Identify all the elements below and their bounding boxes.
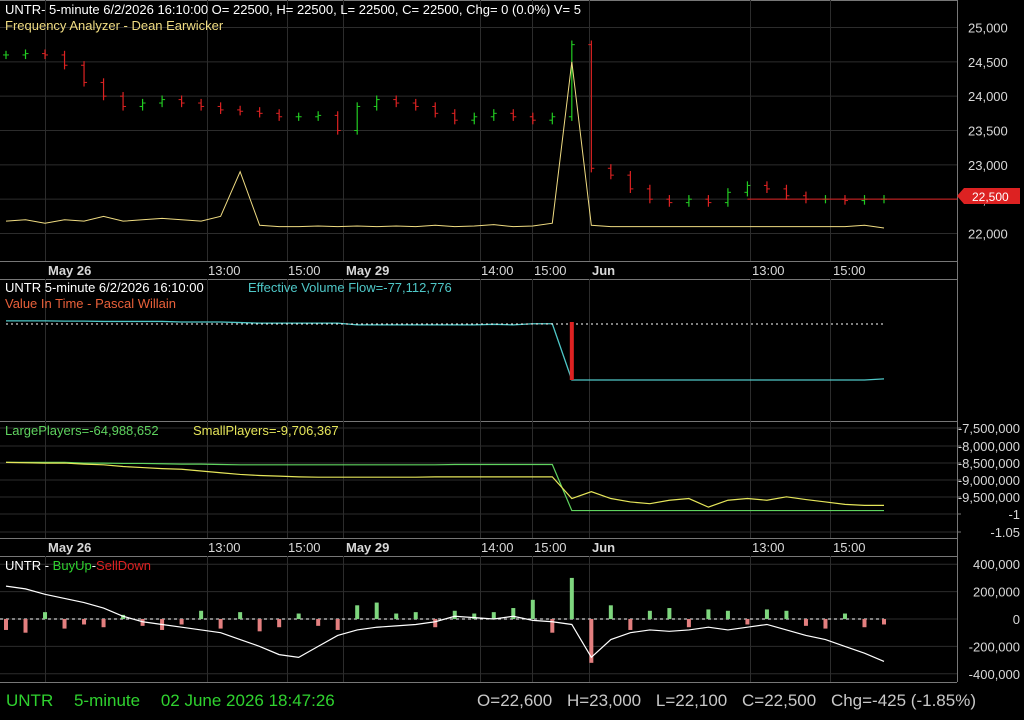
selldown-bar: [277, 619, 282, 628]
time-axis-label: 15:00: [833, 540, 866, 555]
status-symbol: UNTR: [6, 691, 54, 710]
time-axis-label: 15:00: [534, 263, 567, 278]
buysell-tick-label: 400,000: [973, 557, 1020, 572]
selldown-bar: [82, 619, 87, 625]
players-tick-label: -7,500,000: [958, 421, 1020, 436]
status-datetime: 02 June 2026 18:47:26: [160, 691, 335, 710]
players-tick-label: -1: [1008, 507, 1020, 522]
buyup-bar: [374, 602, 379, 619]
players-tick-label: -9,000,000: [958, 473, 1020, 488]
time-axis-label: 13:00: [208, 263, 241, 278]
selldown-bar: [316, 619, 321, 626]
buyup-bar: [511, 608, 516, 619]
price-tick-label: 23,000: [968, 158, 1008, 173]
price-tick-label: 22,000: [968, 227, 1008, 242]
status-right: O=22,600 H=23,000 L=22,100 C=22,500 Chg=…: [467, 691, 976, 711]
price-tick-label: 24,000: [968, 89, 1008, 104]
buysell-tick-label: 0: [1013, 612, 1020, 627]
time-axis-label: Jun: [592, 263, 615, 278]
time-axis-label: 13:00: [208, 540, 241, 555]
time-axis-label: 15:00: [833, 263, 866, 278]
status-bar: UNTR 5-minute 02 June 2026 18:47:26 O=22…: [0, 682, 1024, 720]
time-axis-label: May 26: [48, 540, 91, 555]
players-tick-label: -9,500,000: [958, 490, 1020, 505]
buyup-bar: [842, 613, 847, 619]
effective-volume-flow-label: Effective Volume Flow=-77,112,776: [248, 280, 452, 295]
buyup-bar: [296, 613, 301, 619]
selldown-bar: [4, 619, 8, 630]
buysell-tick-label: -400,000: [969, 667, 1020, 682]
status-change: Chg=-425 (-1.85%): [830, 691, 976, 710]
status-left: UNTR 5-minute 02 June 2026 18:47:26: [6, 691, 351, 711]
small-players-label: SmallPlayers=-9,706,367: [193, 423, 339, 438]
buyup-bar: [608, 605, 613, 619]
buyup-bar: [764, 609, 769, 619]
players-tick-label: -8,500,000: [958, 456, 1020, 471]
status-high: H=23,000: [566, 691, 642, 710]
buyup-bar: [706, 609, 711, 619]
status-open: O=22,600: [477, 691, 553, 710]
time-axis-label: 14:00: [481, 540, 514, 555]
buyup-bar: [569, 577, 574, 619]
time-axis-label: 14:00: [481, 263, 514, 278]
buysell-tick-label: -200,000: [969, 639, 1020, 654]
time-axis-label: May 26: [48, 263, 91, 278]
large-players-label: LargePlayers=-64,988,652: [5, 423, 159, 438]
chart-root: May 26 13:00 15:00 May 29 14:00 15:00 Jun 13:00…: [0, 0, 1024, 720]
value-in-time-label: Value In Time - Pascal Willain: [5, 296, 176, 311]
selldown-bar: [335, 619, 340, 630]
selldown-bar: [862, 619, 867, 628]
volume-flow-panel-title: UNTR 5-minute 6/2/2026 16:10:00: [5, 280, 204, 295]
time-axis-label: May 29: [346, 263, 389, 278]
status-close: C=22,500: [742, 691, 817, 710]
buyup-bar: [238, 612, 243, 619]
selldown-bar: [179, 619, 184, 625]
buyup-bar: [452, 610, 457, 619]
frequency-analyzer-label: Frequency Analyzer - Dean Earwicker: [5, 18, 224, 33]
buyup-bar: [530, 599, 535, 619]
buyup-bar: [667, 608, 672, 619]
buyup-bar: [491, 612, 496, 619]
buyup-bar: [199, 610, 204, 619]
selldown-bar: [101, 619, 106, 628]
buyup-bar: [355, 605, 360, 619]
selldown-bar: [745, 619, 750, 625]
time-axis-label: May 29: [346, 540, 389, 555]
time-axis-label: 15:00: [288, 540, 321, 555]
price-panel-header: UNTR- 5-minute 6/2/2026 16:10:00 O= 2250…: [5, 2, 581, 17]
players-tick-label: -8,000,000: [958, 439, 1020, 454]
selldown-bar: [257, 619, 262, 632]
time-axis-label: 13:00: [752, 540, 785, 555]
last-price-label: 22,500: [972, 190, 1009, 204]
time-axis-label: 13:00: [752, 263, 785, 278]
selldown-bar: [62, 619, 67, 629]
buyup-bar: [784, 610, 789, 619]
time-axis-label: Jun: [592, 540, 615, 555]
price-tick-label: 25,000: [968, 20, 1008, 35]
buyup-bar: [43, 612, 48, 619]
players-tick-label: -1.05: [990, 525, 1020, 540]
time-axis-label: 15:00: [534, 540, 567, 555]
selldown-bar: [433, 619, 438, 628]
selldown-bar: [23, 619, 28, 633]
selldown-bar: [882, 619, 886, 625]
price-tick-label: 23,500: [968, 124, 1008, 139]
time-axis-label: 15:00: [288, 263, 321, 278]
selldown-bar: [218, 619, 223, 629]
buy-sell-panel-title: UNTR - BuyUp-SellDown: [5, 558, 151, 573]
evf-drop-bar: [569, 322, 574, 380]
selldown-bar: [628, 619, 633, 630]
status-interval: 5-minute: [73, 691, 141, 710]
buyup-bar: [394, 613, 399, 619]
buysell-tick-label: 200,000: [973, 585, 1020, 600]
price-tick-label: 24,500: [968, 55, 1008, 70]
buyup-bar: [725, 610, 730, 619]
selldown-bar: [686, 619, 691, 628]
status-low: L=22,100: [655, 691, 728, 710]
buyup-bar: [647, 610, 652, 619]
selldown-bar: [823, 619, 828, 629]
buyup-bar: [413, 612, 418, 619]
selldown-bar: [803, 619, 808, 626]
